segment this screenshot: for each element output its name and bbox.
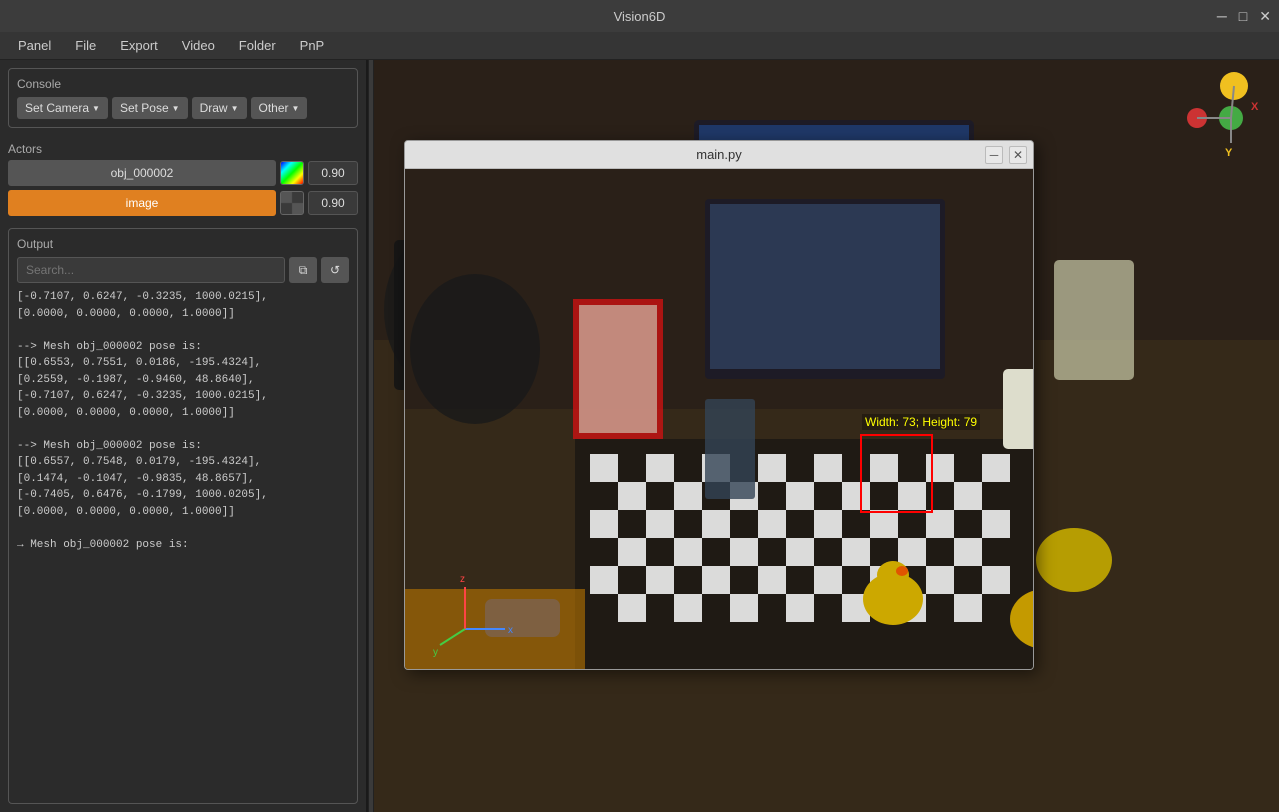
actor-row-image: image — [8, 190, 358, 216]
dialog-title: main.py — [696, 147, 742, 162]
actor-obj-button[interactable]: obj_000002 — [8, 160, 276, 186]
other-arrow: ▼ — [292, 104, 300, 113]
actor-image-toggle[interactable] — [280, 191, 304, 215]
svg-text:y: y — [433, 647, 438, 658]
console-label: Console — [17, 77, 349, 91]
left-panel: Console Set Camera ▼ Set Pose ▼ Draw ▼ O… — [0, 60, 368, 812]
dialog-minimize-button[interactable]: ─ — [985, 146, 1003, 164]
window-controls: ─ □ ✕ — [1217, 9, 1271, 23]
output-line: [0.2559, -0.1987, -0.9460, 48.8640], — [17, 372, 349, 389]
output-line: [0.0000, 0.0000, 0.0000, 1.0000]] — [17, 504, 349, 521]
output-search-input[interactable] — [17, 257, 285, 283]
actor-obj-color[interactable] — [280, 161, 304, 185]
output-line — [17, 322, 349, 339]
app-title: Vision6D — [614, 9, 666, 24]
svg-text:X: X — [1251, 101, 1259, 113]
viewport[interactable]: main.py ─ ✕ — [374, 60, 1279, 812]
actor-obj-opacity[interactable] — [308, 161, 358, 185]
menu-export[interactable]: Export — [110, 35, 168, 56]
set-pose-arrow: ▼ — [172, 104, 180, 113]
close-button[interactable]: ✕ — [1259, 9, 1271, 23]
output-line: --> Mesh obj_000002 pose is: — [17, 339, 349, 356]
output-line: [[0.6557, 0.7548, 0.0179, -195.4324], — [17, 454, 349, 471]
set-camera-button[interactable]: Set Camera ▼ — [17, 97, 108, 119]
dialog-window: main.py ─ ✕ — [404, 140, 1034, 670]
svg-text:Y: Y — [1225, 147, 1233, 159]
orientation-gizmo: X Y — [1179, 68, 1269, 168]
output-line — [17, 520, 349, 537]
actor-row-obj: obj_000002 — [8, 160, 358, 186]
dialog-titlebar: main.py ─ ✕ — [405, 141, 1033, 169]
main-layout: Console Set Camera ▼ Set Pose ▼ Draw ▼ O… — [0, 60, 1279, 812]
menu-folder[interactable]: Folder — [229, 35, 286, 56]
menu-video[interactable]: Video — [172, 35, 225, 56]
svg-text:z: z — [460, 574, 465, 585]
menu-pnp[interactable]: PnP — [290, 35, 335, 56]
actors-label: Actors — [8, 142, 358, 156]
output-line: [0.0000, 0.0000, 0.0000, 1.0000]] — [17, 405, 349, 422]
output-line: [0.1474, -0.1047, -0.9835, 48.8657], — [17, 471, 349, 488]
set-camera-arrow: ▼ — [92, 104, 100, 113]
svg-text:x: x — [508, 625, 513, 636]
menu-file[interactable]: File — [65, 35, 106, 56]
output-line: [0.0000, 0.0000, 0.0000, 1.0000]] — [17, 306, 349, 323]
output-label: Output — [17, 237, 349, 251]
dialog-scene-svg: MATLAB x z y — [405, 169, 1033, 669]
dialog-controls: ─ ✕ — [985, 146, 1027, 164]
minimize-button[interactable]: ─ — [1217, 9, 1227, 23]
actor-image-button[interactable]: image — [8, 190, 276, 216]
output-line: --> Mesh obj_000002 pose is: — [17, 438, 349, 455]
output-section: Output ⧉ ↺ [-0.7107, 0.6247, -0.3235, 10… — [8, 228, 358, 804]
output-line: [-0.7107, 0.6247, -0.3235, 1000.0215], — [17, 388, 349, 405]
output-line: [[0.6553, 0.7551, 0.0186, -195.4324], — [17, 355, 349, 372]
console-buttons: Set Camera ▼ Set Pose ▼ Draw ▼ Other ▼ — [17, 97, 349, 119]
draw-arrow: ▼ — [231, 104, 239, 113]
output-copy-button[interactable]: ⧉ — [289, 257, 317, 283]
maximize-button[interactable]: □ — [1239, 9, 1247, 23]
other-button[interactable]: Other ▼ — [251, 97, 308, 119]
actors-section: obj_000002 image — [8, 160, 358, 220]
console-section: Console Set Camera ▼ Set Pose ▼ Draw ▼ O… — [8, 68, 358, 128]
actor-image-opacity[interactable] — [308, 191, 358, 215]
output-line: → Mesh obj_000002 pose is: — [17, 537, 349, 554]
menubar: Panel File Export Video Folder PnP — [0, 32, 1279, 60]
menu-panel[interactable]: Panel — [8, 35, 61, 56]
output-refresh-button[interactable]: ↺ — [321, 257, 349, 283]
set-pose-button[interactable]: Set Pose ▼ — [112, 97, 188, 119]
output-search-row: ⧉ ↺ — [17, 257, 349, 283]
output-line: [-0.7405, 0.6476, -0.1799, 1000.0205], — [17, 487, 349, 504]
titlebar: Vision6D ─ □ ✕ — [0, 0, 1279, 32]
draw-button[interactable]: Draw ▼ — [192, 97, 247, 119]
output-line: [-0.7107, 0.6247, -0.3235, 1000.0215], — [17, 289, 349, 306]
dialog-close-button[interactable]: ✕ — [1009, 146, 1027, 164]
dialog-content: MATLAB x z y Width: 73; Height: 79 — [405, 169, 1033, 669]
output-line — [17, 421, 349, 438]
output-text-area[interactable]: [-0.7107, 0.6247, -0.3235, 1000.0215], [… — [17, 289, 349, 795]
